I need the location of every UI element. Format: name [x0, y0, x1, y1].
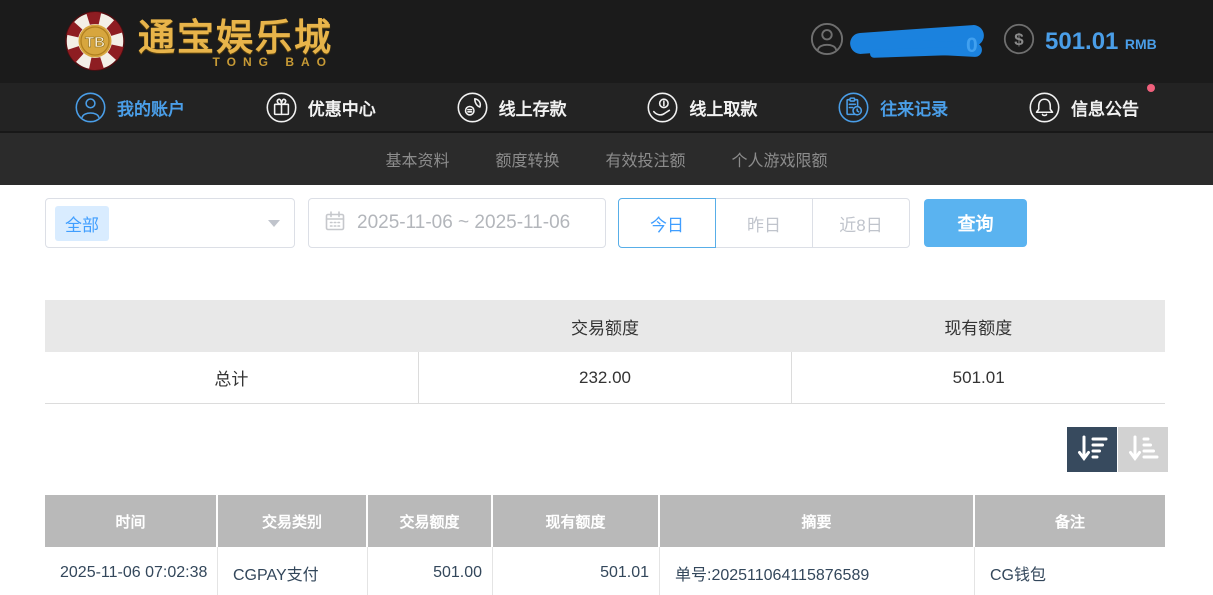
nav-label: 往来记录: [880, 95, 948, 120]
bell-icon: [1028, 91, 1061, 124]
summary-total-label: 总计: [45, 352, 418, 404]
column-header-remark: 备注: [975, 495, 1165, 547]
nav-label: 信息公告: [1071, 95, 1139, 120]
notification-badge-dot: [1147, 84, 1155, 92]
account-subnav: 基本资料 额度转换 有效投注额 个人游戏限额: [0, 133, 1213, 185]
subnav-item-personal-game-limit[interactable]: 个人游戏限额: [732, 147, 828, 171]
site-title: 通宝娱乐城: [138, 18, 333, 59]
deposit-hand-coin-icon: [456, 91, 489, 124]
column-header-summary: 摘要: [660, 495, 975, 547]
record-time: 2025-11-06 07:02:38: [45, 547, 218, 595]
summary-table: 交易额度 现有额度 总计 232.00 501.01: [45, 300, 1165, 404]
nav-item-announcements[interactable]: 信息公告: [1028, 91, 1139, 124]
record-trade-amount: 501.00: [368, 547, 493, 595]
wallet-balance[interactable]: $ 501.01 RMB: [1003, 0, 1157, 83]
svg-text:TB: TB: [85, 34, 105, 51]
record-current-balance: 501.01: [493, 547, 660, 595]
top-header: TB 通宝娱乐城 TONG BAO 0 $ 501.: [0, 0, 1213, 83]
record-summary: 单号:202511064115876589: [660, 547, 975, 595]
table-row: 2025-11-06 07:02:38 CGPAY支付 501.00 501.0…: [45, 547, 1165, 595]
nav-label: 我的账户: [117, 95, 185, 120]
site-title-en: TONG BAO: [213, 55, 333, 69]
selected-type-tag: 全部: [55, 206, 109, 241]
summary-total-row: 总计 232.00 501.01: [45, 352, 1165, 404]
user-avatar-icon: [810, 22, 844, 61]
subnav-item-credit-transfer[interactable]: 额度转换: [495, 147, 559, 171]
sort-controls: [45, 427, 1168, 472]
summary-total-trade-amount: 232.00: [418, 352, 792, 404]
nav-item-transaction-records[interactable]: 往来记录: [837, 91, 948, 124]
main-content: 全部 2025-11-06 ~ 2025-11-06 今日 昨日 近8日 查询: [0, 185, 1213, 595]
date-range-value: 2025-11-06 ~ 2025-11-06: [357, 212, 570, 234]
last-8-days-button[interactable]: 近8日: [812, 198, 910, 248]
username-redaction: 0: [850, 22, 1000, 62]
subnav-item-valid-bets[interactable]: 有效投注额: [606, 147, 686, 171]
date-range-input[interactable]: 2025-11-06 ~ 2025-11-06: [308, 198, 606, 248]
transaction-type-select[interactable]: 全部: [45, 198, 295, 248]
sort-ascending-icon: [1126, 433, 1160, 466]
summary-total-current-balance: 501.01: [791, 352, 1165, 404]
username-visible-tail: 0: [966, 34, 978, 58]
nav-item-deposit[interactable]: 线上存款: [456, 91, 567, 124]
nav-label: 线上取款: [689, 95, 757, 120]
nav-label: 优惠中心: [308, 95, 376, 120]
yesterday-button[interactable]: 昨日: [715, 198, 813, 248]
svg-text:$: $: [1014, 30, 1024, 49]
summary-header-row: 交易额度 现有额度: [45, 300, 1165, 352]
summary-header-trade-amount: 交易额度: [418, 300, 791, 352]
main-nav: 我的账户 优惠中心 线上存款: [0, 83, 1213, 133]
sort-descending-icon: [1075, 433, 1109, 466]
records-header-row: 时间 交易类别 交易额度 现有额度 摘要 备注: [45, 495, 1165, 547]
user-icon: [74, 91, 107, 124]
records-table: 时间 交易类别 交易额度 现有额度 摘要 备注 2025-11-06 07:02…: [45, 495, 1165, 595]
record-remark: CG钱包: [975, 547, 1165, 595]
poker-chip-logo-icon: TB: [64, 10, 126, 77]
gift-icon: [265, 91, 298, 124]
sort-ascending-button[interactable]: [1118, 427, 1168, 472]
balance-amount: 501.01: [1045, 28, 1118, 55]
nav-item-withdraw[interactable]: 线上取款: [646, 91, 757, 124]
column-header-trade-amount: 交易额度: [368, 495, 493, 547]
search-button[interactable]: 查询: [924, 199, 1027, 247]
subnav-item-basic-info[interactable]: 基本资料: [385, 147, 449, 171]
filter-row: 全部 2025-11-06 ~ 2025-11-06 今日 昨日 近8日 查询: [45, 198, 1168, 248]
withdraw-hand-coin-icon: [646, 91, 679, 124]
calendar-icon: [324, 210, 346, 237]
column-header-current-balance: 现有额度: [493, 495, 660, 547]
logged-in-user[interactable]: 0: [810, 0, 1000, 83]
nav-item-my-account[interactable]: 我的账户: [74, 91, 185, 124]
quick-date-button-group: 今日 昨日 近8日: [618, 198, 910, 248]
chevron-down-icon: [268, 220, 280, 227]
summary-header-empty: [45, 300, 418, 352]
column-header-type: 交易类别: [218, 495, 368, 547]
balance-currency: RMB: [1125, 36, 1157, 52]
summary-header-current-balance: 现有额度: [792, 300, 1165, 352]
site-logo[interactable]: TB 通宝娱乐城 TONG BAO: [64, 10, 333, 77]
column-header-time: 时间: [45, 495, 218, 547]
today-button[interactable]: 今日: [618, 198, 716, 248]
nav-label: 线上存款: [499, 95, 567, 120]
sort-descending-button[interactable]: [1067, 427, 1117, 472]
records-clipboard-icon: [837, 91, 870, 124]
nav-item-promotions[interactable]: 优惠中心: [265, 91, 376, 124]
dollar-coin-icon: $: [1003, 23, 1035, 60]
record-type: CGPAY支付: [218, 547, 368, 595]
